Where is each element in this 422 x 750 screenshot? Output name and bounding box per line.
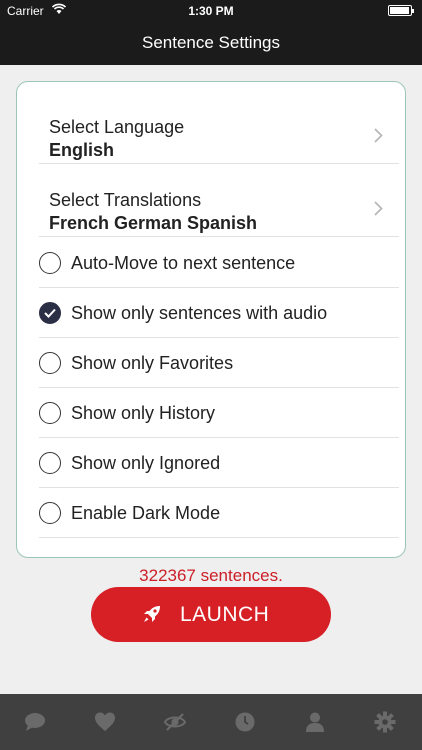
history-clock-icon <box>235 712 255 732</box>
radio-button[interactable] <box>39 402 61 424</box>
option-audio-only[interactable]: Show only sentences with audio <box>39 288 399 338</box>
tab-bar <box>0 694 422 750</box>
option-label: Show only Ignored <box>71 453 221 473</box>
selected-translations-value: French German Spanish <box>49 213 258 233</box>
select-translations-label: Select Translations <box>49 190 202 210</box>
eye-slash-icon <box>164 713 186 731</box>
checkmark-icon <box>44 308 56 318</box>
radio-button-checked[interactable] <box>39 302 61 324</box>
person-icon <box>306 712 324 732</box>
status-bar: Carrier 1:30 PM <box>0 0 422 22</box>
chevron-right-icon <box>374 201 383 221</box>
radio-button[interactable] <box>39 502 61 524</box>
radio-button[interactable] <box>39 352 61 374</box>
battery-icon <box>388 5 414 16</box>
select-language-label: Select Language <box>49 117 185 137</box>
option-favorites-only[interactable]: Show only Favorites <box>39 338 399 388</box>
tab-history[interactable] <box>210 694 280 750</box>
heart-icon <box>95 712 115 731</box>
option-label: Show only Favorites <box>71 353 234 373</box>
page-title: Sentence Settings <box>142 33 280 52</box>
tab-ignored[interactable] <box>140 694 210 750</box>
option-ignored-only[interactable]: Show only Ignored <box>39 438 399 488</box>
status-time: 1:30 PM <box>188 4 234 18</box>
tab-profile[interactable] <box>280 694 350 750</box>
option-dark-mode[interactable]: Enable Dark Mode <box>39 488 399 538</box>
tab-settings[interactable] <box>350 694 420 750</box>
rocket-icon <box>143 605 161 626</box>
select-translations-row[interactable]: Select Translations French German Spanis… <box>39 165 399 237</box>
option-history-only[interactable]: Show only History <box>39 388 399 438</box>
tab-favorites[interactable] <box>70 694 140 750</box>
option-label: Show only History <box>71 403 216 423</box>
option-label: Enable Dark Mode <box>71 503 221 523</box>
option-label: Auto-Move to next sentence <box>71 253 296 273</box>
top-bar: Carrier 1:30 PM Sentence Settings <box>0 0 422 65</box>
radio-button[interactable] <box>39 452 61 474</box>
option-label: Show only sentences with audio <box>71 303 328 323</box>
settings-card: Select Language English Select Translati… <box>16 81 406 558</box>
chevron-right-icon <box>374 128 383 148</box>
select-language-row[interactable]: Select Language English <box>39 92 399 164</box>
gear-icon <box>374 711 396 733</box>
tab-chat[interactable] <box>0 694 70 750</box>
selected-language-value: English <box>49 140 115 160</box>
launch-label: LAUNCH <box>180 603 270 626</box>
sentence-count: 322367 sentences. <box>139 566 283 585</box>
launch-button[interactable]: LAUNCH <box>91 587 331 642</box>
chat-bubble-icon <box>25 713 45 731</box>
radio-button[interactable] <box>39 252 61 274</box>
option-auto-move[interactable]: Auto-Move to next sentence <box>39 238 399 288</box>
